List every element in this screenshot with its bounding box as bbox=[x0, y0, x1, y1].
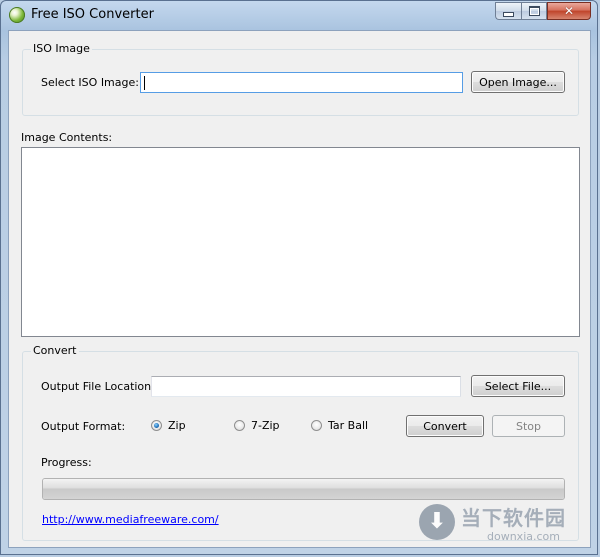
watermark-url: downxia.com bbox=[487, 530, 560, 543]
radio-tarball-circle bbox=[311, 420, 322, 431]
close-icon: ✕ bbox=[563, 4, 575, 18]
client-area: ISO Image Select ISO Image: Open Image..… bbox=[8, 30, 591, 548]
format-radio-zip[interactable]: Zip bbox=[151, 419, 186, 432]
title-bar[interactable]: Free ISO Converter ✕ bbox=[1, 1, 597, 29]
progress-bar bbox=[42, 478, 565, 500]
open-image-button[interactable]: Open Image... bbox=[471, 71, 565, 93]
radio-zip-label: Zip bbox=[168, 419, 186, 432]
iso-path-input[interactable] bbox=[140, 72, 463, 93]
convert-button[interactable]: Convert bbox=[406, 415, 484, 437]
site-watermark: ⬇ 当下软件园 downxia.com bbox=[419, 500, 589, 548]
radio-selected-dot bbox=[154, 423, 159, 428]
radio-7zip-label: 7-Zip bbox=[251, 419, 280, 432]
radio-zip-circle bbox=[151, 420, 162, 431]
radio-7zip-circle bbox=[234, 420, 245, 431]
iso-image-group-title: ISO Image bbox=[31, 42, 92, 55]
watermark-brand: 当下软件园 bbox=[461, 506, 566, 530]
radio-tarball-label: Tar Ball bbox=[328, 419, 369, 432]
select-iso-label: Select ISO Image: bbox=[41, 76, 139, 89]
download-arrow-icon: ⬇ bbox=[419, 504, 455, 540]
app-disc-icon[interactable] bbox=[9, 7, 25, 23]
convert-group-title: Convert bbox=[31, 344, 79, 357]
select-file-button[interactable]: Select File... bbox=[471, 375, 565, 397]
window-title: Free ISO Converter bbox=[31, 7, 154, 22]
progress-label: Progress: bbox=[41, 456, 92, 469]
image-contents-label: Image Contents: bbox=[21, 131, 113, 144]
format-radio-7zip[interactable]: 7-Zip bbox=[234, 419, 280, 432]
progress-fill bbox=[43, 479, 564, 499]
format-radio-tarball[interactable]: Tar Ball bbox=[311, 419, 368, 432]
website-link[interactable]: http://www.mediafreeware.com/ bbox=[42, 513, 219, 526]
maximize-button[interactable] bbox=[521, 2, 547, 20]
output-format-label: Output Format: bbox=[41, 420, 126, 433]
close-button[interactable]: ✕ bbox=[547, 2, 591, 20]
down-arrow-icon: ⬇ bbox=[427, 509, 447, 534]
output-location-input[interactable] bbox=[151, 376, 461, 397]
minimize-icon bbox=[503, 11, 514, 17]
stop-button[interactable]: Stop bbox=[492, 415, 565, 437]
caption-buttons: ✕ bbox=[495, 2, 591, 21]
maximize-icon bbox=[528, 6, 540, 16]
output-location-label: Output File Location: bbox=[41, 380, 155, 393]
app-window: Free ISO Converter ✕ ISO Image Select IS… bbox=[0, 0, 598, 555]
image-contents-list[interactable] bbox=[21, 147, 580, 337]
iso-image-group: ISO Image Select ISO Image: Open Image..… bbox=[22, 42, 579, 116]
minimize-button[interactable] bbox=[495, 2, 521, 20]
text-caret bbox=[144, 76, 145, 90]
